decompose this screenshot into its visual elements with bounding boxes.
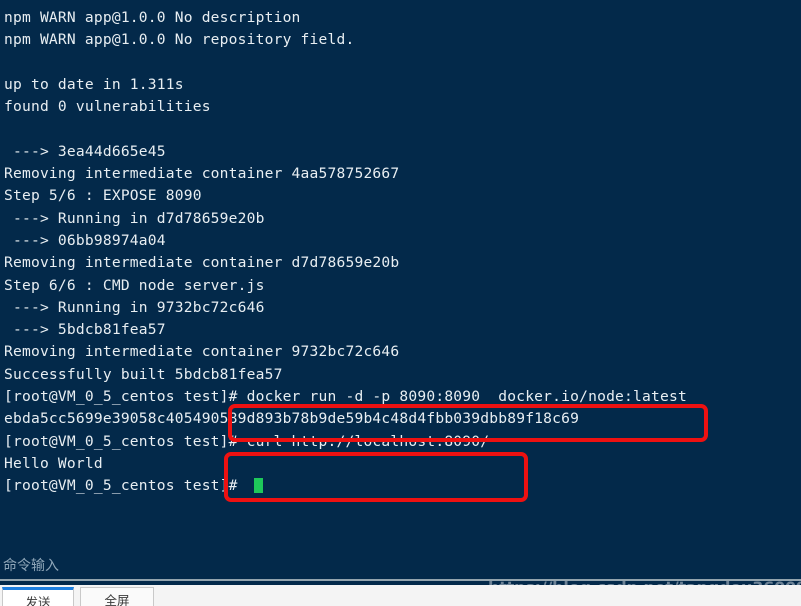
terminal-line: Step 5/6 : EXPOSE 8090 — [4, 187, 202, 205]
toolbar-button-primary[interactable]: 发送 — [2, 587, 74, 606]
prompt-text: [root@VM_0_5_centos test]# — [4, 477, 247, 495]
terminal-line: up to date in 1.311s — [4, 75, 184, 93]
terminal-line: Removing intermediate container 9732bc72… — [4, 343, 400, 361]
terminal-output[interactable]: npm WARN app@1.0.0 No description npm WA… — [0, 0, 801, 551]
bottom-toolbar: 发送 全屏 — [0, 585, 801, 606]
terminal-line: ---> Running in d7d78659e20b — [4, 209, 265, 227]
terminal-line-prompt: [root@VM_0_5_centos test]# — [4, 475, 801, 497]
terminal-line: npm WARN app@1.0.0 No repository field. — [4, 31, 355, 49]
terminal-line: Removing intermediate container d7d78659… — [4, 254, 400, 272]
command-input-field[interactable]: 命令输入 — [0, 551, 801, 585]
terminal-screenshot: npm WARN app@1.0.0 No description npm WA… — [0, 0, 801, 606]
terminal-line-container-id: ebda5cc5699e39058c405490589d893b78b9de59… — [4, 410, 580, 428]
terminal-line: Successfully built 5bdcb81fea57 — [4, 365, 283, 383]
terminal-line: Removing intermediate container 4aa57875… — [4, 165, 400, 183]
terminal-line-curl: [root@VM_0_5_centos test]# curl http://l… — [4, 432, 490, 450]
terminal-line: ---> 5bdcb81fea57 — [4, 321, 166, 339]
terminal-line-docker-run: [root@VM_0_5_centos test]# docker run -d… — [4, 388, 687, 406]
terminal-line: ---> Running in 9732bc72c646 — [4, 298, 265, 316]
command-input-underline — [0, 579, 801, 581]
terminal-line: found 0 vulnerabilities — [4, 98, 211, 116]
terminal-line-response: Hello World — [4, 454, 103, 472]
terminal-line: ---> 06bb98974a04 — [4, 231, 166, 249]
terminal-line: Step 6/6 : CMD node server.js — [4, 276, 265, 294]
toolbar-button-secondary[interactable]: 全屏 — [80, 587, 154, 606]
terminal-cursor — [253, 478, 263, 494]
terminal-line: npm WARN app@1.0.0 No description — [4, 9, 301, 26]
command-input-placeholder: 命令输入 — [3, 558, 59, 574]
terminal-line: ---> 3ea44d665e45 — [4, 142, 166, 160]
